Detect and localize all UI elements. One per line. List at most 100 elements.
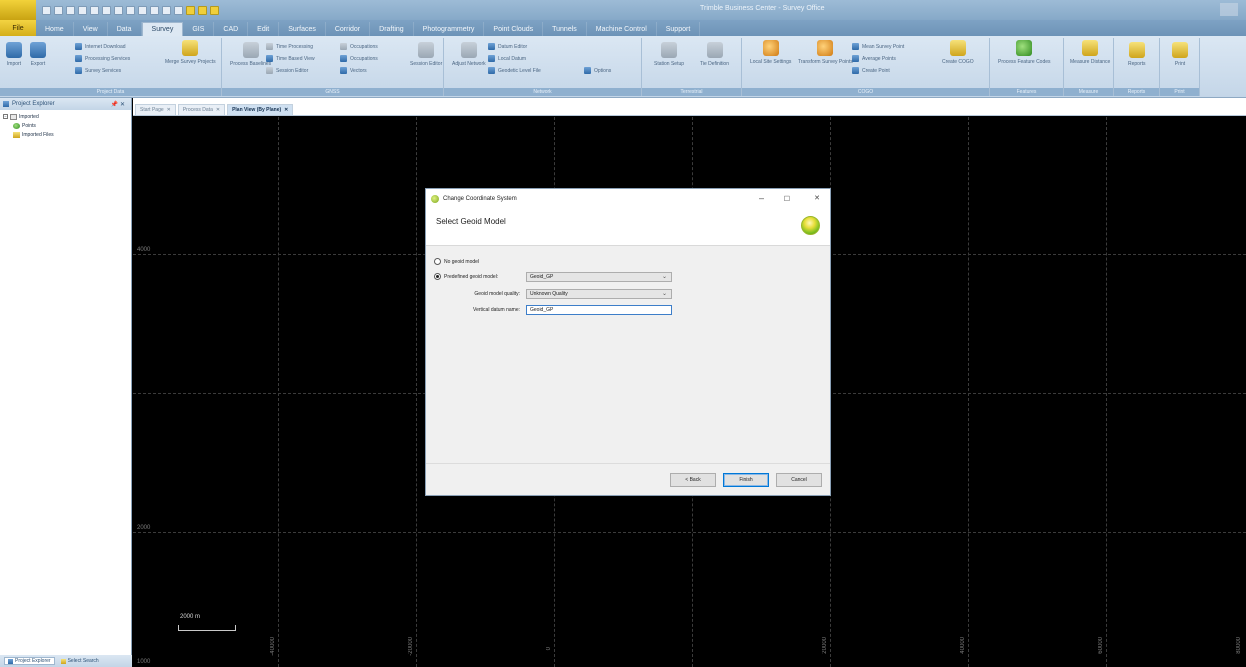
- collapse-icon[interactable]: −: [3, 114, 8, 119]
- folder-icon: [10, 113, 17, 120]
- maximize-button[interactable]: ☐: [784, 195, 790, 203]
- globe-icon: [801, 216, 820, 235]
- back-button[interactable]: < Back: [670, 473, 716, 487]
- mean-survey-point-button[interactable]: Mean Survey Point: [852, 42, 904, 51]
- import-button[interactable]: Import: [6, 42, 22, 67]
- time-processing-button[interactable]: Time Processing: [266, 42, 313, 51]
- pen-icon[interactable]: [162, 5, 171, 15]
- export-button[interactable]: Export: [30, 42, 46, 67]
- process-feature-codes-button[interactable]: Process Feature Codes: [998, 40, 1051, 65]
- process-baselines-button[interactable]: Process Baselines: [230, 42, 271, 67]
- datum-editor-button[interactable]: Datum Editor: [488, 42, 527, 51]
- window-controls[interactable]: [1220, 3, 1238, 16]
- no-geoid-option[interactable]: No geoid model: [434, 258, 479, 265]
- station-icon: [661, 42, 678, 58]
- tab-drafting[interactable]: Drafting: [370, 22, 414, 36]
- minimize-button[interactable]: –: [759, 193, 764, 203]
- select-icon[interactable]: [126, 5, 135, 15]
- radio-no-geoid[interactable]: [434, 258, 441, 265]
- tab-cad[interactable]: CAD: [214, 22, 249, 36]
- tab-gis[interactable]: GIS: [183, 22, 215, 36]
- doc-tab-process-data[interactable]: Process Data ✕: [177, 104, 226, 115]
- processing-services-button[interactable]: Processing Services: [75, 54, 130, 63]
- create-point-button[interactable]: Create Point: [852, 66, 890, 75]
- occupation-icon: [340, 43, 347, 50]
- tab-file[interactable]: File: [0, 20, 36, 36]
- highlight-icon[interactable]: [186, 5, 195, 15]
- station-setup-button[interactable]: Station Setup: [654, 42, 684, 67]
- ribbon: Import Export Internet Download Processi…: [0, 36, 1246, 98]
- redo-icon[interactable]: [90, 5, 99, 15]
- group-reports: Reports Reports: [1114, 38, 1160, 96]
- tab-tunnels[interactable]: Tunnels: [543, 22, 587, 36]
- tab-survey[interactable]: Survey: [141, 22, 184, 36]
- internet-download-button[interactable]: Internet Download: [75, 42, 126, 51]
- layer-icon[interactable]: [138, 5, 147, 15]
- tree-item-imported-files[interactable]: Imported Files: [3, 130, 128, 139]
- vectors-button[interactable]: Vectors: [340, 66, 367, 75]
- tab-data[interactable]: Data: [108, 22, 142, 36]
- tab-machine-control[interactable]: Machine Control: [587, 22, 657, 36]
- zoom-icon[interactable]: [114, 5, 123, 15]
- folder-icon: [13, 131, 20, 138]
- geoid-model-select[interactable]: Geoid_GP ⌄: [526, 272, 672, 282]
- line-icon[interactable]: [174, 5, 183, 15]
- vertical-datum-input[interactable]: Geoid_GP: [526, 305, 672, 315]
- pin-icon[interactable]: 📌 ✕: [111, 101, 125, 108]
- tree-item-imported[interactable]: − Imported: [3, 112, 128, 121]
- tab-view[interactable]: View: [74, 22, 108, 36]
- network-options-button[interactable]: Options: [584, 66, 611, 75]
- save-icon[interactable]: [66, 5, 75, 15]
- tab-select-search[interactable]: Select Search: [60, 658, 99, 664]
- merge-survey-projects-button[interactable]: Merge Survey Projects: [165, 40, 216, 65]
- doc-tab-start-page[interactable]: Start Page ✕: [135, 104, 176, 115]
- tab-surfaces[interactable]: Surfaces: [279, 22, 326, 36]
- doc-tab-plan-view[interactable]: Plan View (By Plane) ✕: [227, 104, 294, 115]
- local-site-settings-button[interactable]: Local Site Settings: [750, 40, 791, 65]
- tab-project-explorer[interactable]: Project Explorer: [4, 657, 55, 665]
- adjust-network-button[interactable]: Adjust Network: [452, 42, 486, 67]
- print-button[interactable]: Print: [1172, 42, 1188, 67]
- time-based-view-button[interactable]: Time Based View: [266, 54, 315, 63]
- create-cogo-button[interactable]: Create COGO: [942, 40, 974, 65]
- tab-photogrammetry[interactable]: Photogrammetry: [414, 22, 485, 36]
- occupations-list-button[interactable]: Occupations: [340, 54, 378, 63]
- tab-support[interactable]: Support: [657, 22, 701, 36]
- open-icon[interactable]: [54, 5, 63, 15]
- snap-icon[interactable]: [150, 5, 159, 15]
- reports-button[interactable]: Reports: [1128, 42, 1146, 67]
- survey-services-button[interactable]: Survey Services: [75, 66, 121, 75]
- radio-predefined-geoid[interactable]: [434, 273, 441, 280]
- tie-definition-button[interactable]: Tie Definition: [700, 42, 729, 67]
- measure-distance-button[interactable]: Measure Distance: [1070, 40, 1110, 65]
- print-icon[interactable]: [102, 5, 111, 15]
- finish-button[interactable]: Finish: [723, 473, 769, 487]
- geoid-quality-select[interactable]: Unknown Quality ⌄: [526, 289, 672, 299]
- new-icon[interactable]: [42, 5, 51, 15]
- tab-home[interactable]: Home: [36, 22, 74, 36]
- application-menu-button[interactable]: [0, 0, 36, 20]
- options-icon[interactable]: [210, 5, 219, 15]
- group-project-data: Import Export Internet Download Processi…: [0, 38, 222, 96]
- close-icon[interactable]: ✕: [284, 107, 288, 113]
- window-title: Trimble Business Center - Survey Office: [700, 5, 825, 12]
- geodetic-level-file-button[interactable]: Geodetic Level File: [488, 66, 541, 75]
- transform-survey-points-button[interactable]: Transform Survey Points: [798, 40, 853, 65]
- cancel-button[interactable]: Cancel: [776, 473, 822, 487]
- predefined-geoid-option[interactable]: Predefined geoid model:: [434, 273, 498, 280]
- close-icon[interactable]: ✕: [167, 107, 171, 113]
- session-editor-large-button[interactable]: Session Editor: [410, 42, 442, 67]
- tab-edit[interactable]: Edit: [248, 22, 280, 36]
- tree-item-points[interactable]: Points: [3, 121, 128, 130]
- tab-corridor[interactable]: Corridor: [326, 22, 371, 36]
- marker-icon[interactable]: [198, 5, 207, 15]
- close-button[interactable]: ✕: [814, 194, 820, 202]
- close-icon[interactable]: ✕: [216, 107, 220, 113]
- local-datum-button[interactable]: Local Datum: [488, 54, 526, 63]
- session-editor-button[interactable]: Session Editor: [266, 66, 308, 75]
- undo-icon[interactable]: [78, 5, 87, 15]
- tab-point-clouds[interactable]: Point Clouds: [484, 22, 544, 36]
- occupations-button[interactable]: Occupations: [340, 42, 378, 51]
- cloud-icon: [75, 67, 82, 74]
- average-points-button[interactable]: Average Points: [852, 54, 896, 63]
